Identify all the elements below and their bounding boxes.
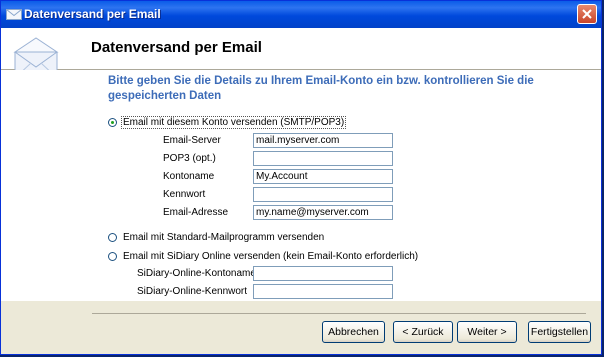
radio-label: Email mit diesem Konto versenden (SMTP/P… [121,116,347,129]
wizard-content: Bitte geben Sie die Details zu Ihrem Ema… [1,70,601,301]
online-account-field[interactable] [253,266,393,281]
radio-indicator[interactable] [108,233,117,242]
radio-indicator[interactable] [108,252,117,261]
radio-indicator[interactable] [108,118,117,127]
finish-button[interactable]: Fertigstellen [528,321,591,343]
email-address-field[interactable] [253,205,393,220]
radio-label: Email mit SiDiary Online versenden (kein… [123,251,419,262]
radio-label: Email mit Standard-Mailprogramm versende… [123,232,325,243]
wizard-client: Datenversand per Email Bitte geben Sie d… [1,28,601,354]
email-address-label: Email-Adresse [163,207,229,218]
next-button[interactable]: Weiter > [457,321,517,343]
pop3-field[interactable] [253,151,393,166]
radio-email-account[interactable]: Email mit diesem Konto versenden (SMTP/P… [108,116,347,129]
page-title: Datenversand per Email [91,39,262,56]
account-name-label: Kontoname [163,171,215,182]
wizard-header: Datenversand per Email [1,28,601,70]
cancel-button[interactable]: Abbrechen [322,321,385,343]
online-password-field[interactable] [253,284,393,299]
window-title: Datenversand per Email [24,7,161,21]
envelope-icon [6,9,22,20]
wizard-window: Datenversand per Email Datenversand per … [0,0,602,355]
online-account-label: SiDiary-Online-Kontoname [137,268,256,279]
email-server-label: Email-Server [163,135,221,146]
email-server-field[interactable] [253,133,393,148]
close-button[interactable] [577,4,597,24]
title-bar[interactable]: Datenversand per Email [1,1,601,28]
password-field[interactable] [253,187,393,202]
password-label: Kennwort [163,189,206,200]
back-button[interactable]: < Zurück [393,321,453,343]
online-password-label: SiDiary-Online-Kennwort [137,286,248,297]
pop3-label: POP3 (opt.) [163,153,216,164]
account-name-field[interactable] [253,169,393,184]
intro-text: Bitte geben Sie die Details zu Ihrem Ema… [108,75,534,102]
radio-standard-mail[interactable]: Email mit Standard-Mailprogramm versende… [108,231,326,244]
radio-sidiary-online[interactable]: Email mit SiDiary Online versenden (kein… [108,250,420,263]
close-icon [582,9,592,19]
button-separator [92,313,586,314]
